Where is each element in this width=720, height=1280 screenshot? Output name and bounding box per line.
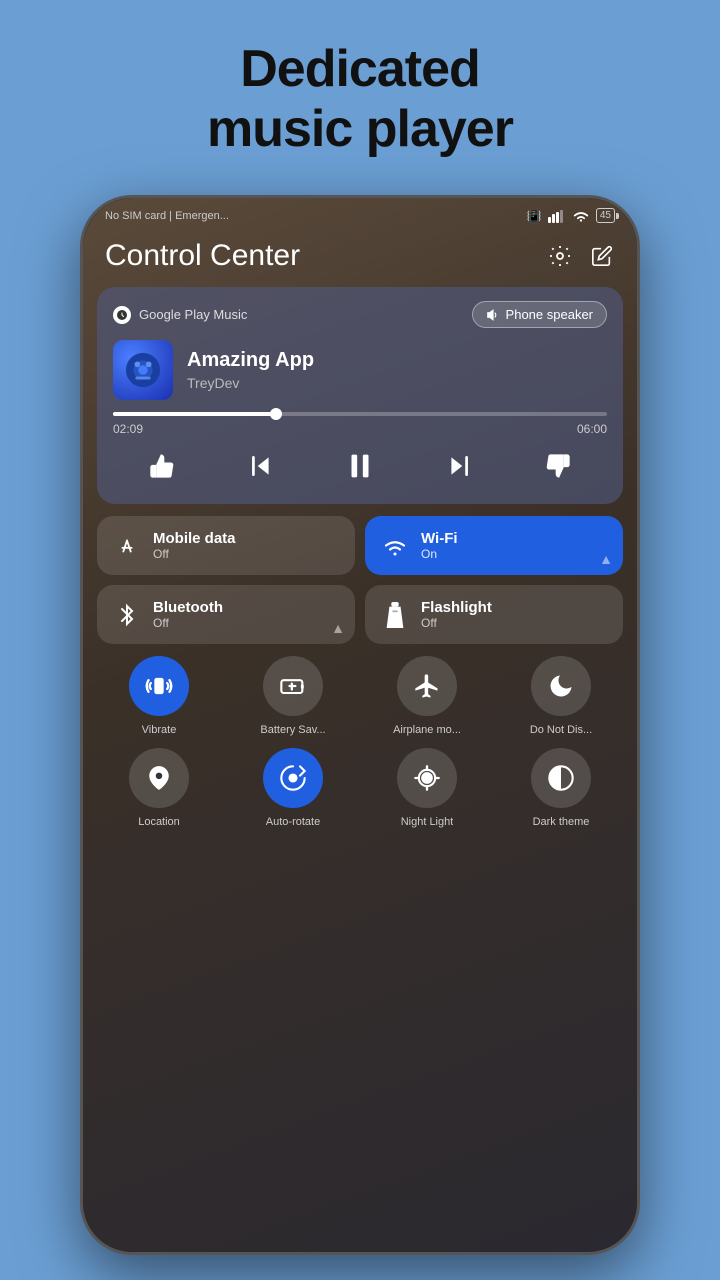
airplane-label: Airplane mo... xyxy=(393,724,461,736)
toggle-tiles-grid: Mobile data Off Wi-Fi On ▲ xyxy=(97,516,623,644)
bluetooth-tile[interactable]: Bluetooth Off ▲ xyxy=(97,585,355,644)
dnd-circle xyxy=(531,656,591,716)
thumbs-down-button[interactable] xyxy=(536,444,580,488)
battery-saver-toggle[interactable]: Battery Sav... xyxy=(231,656,355,736)
time-row: 02:09 06:00 xyxy=(113,422,607,436)
mobile-data-icon xyxy=(113,535,141,557)
total-time: 06:00 xyxy=(577,422,607,436)
song-info: Amazing App TreyDev xyxy=(187,349,607,391)
music-app-icon xyxy=(113,306,131,324)
header-line1: Dedicated xyxy=(0,40,720,100)
settings-icon[interactable] xyxy=(547,243,573,269)
current-time: 02:09 xyxy=(113,422,143,436)
status-right-icons: 📳 45 xyxy=(527,208,615,223)
vibrate-icon: 📳 xyxy=(527,209,542,223)
phone-shell: No SIM card | Emergen... 📳 xyxy=(80,195,640,1255)
music-source-label: Google Play Music xyxy=(139,307,247,322)
speaker-label: Phone speaker xyxy=(506,307,593,322)
previous-button[interactable] xyxy=(239,444,283,488)
flashlight-icon xyxy=(381,602,409,628)
flashlight-name: Flashlight xyxy=(421,599,492,616)
mobile-data-status: Off xyxy=(153,547,236,561)
location-label: Location xyxy=(138,816,180,828)
battery-saver-circle xyxy=(263,656,323,716)
quick-toggles-row2: Location Auto-rotate xyxy=(97,748,623,828)
wifi-tile-status: On xyxy=(421,547,458,561)
battery-saver-label: Battery Sav... xyxy=(260,724,325,736)
status-carrier: No SIM card | Emergen... xyxy=(105,210,229,222)
cc-header-icons[interactable] xyxy=(547,243,615,269)
location-circle xyxy=(129,748,189,808)
wifi-expand-arrow: ▲ xyxy=(599,551,613,567)
phone-screen: No SIM card | Emergen... 📳 xyxy=(83,198,637,1252)
song-artist: TreyDev xyxy=(187,375,607,391)
signal-icon xyxy=(548,209,566,223)
playback-controls[interactable] xyxy=(113,444,607,488)
flashlight-status: Off xyxy=(421,616,492,630)
dark-theme-circle xyxy=(531,748,591,808)
progress-thumb xyxy=(270,408,282,420)
progress-bar[interactable] xyxy=(113,412,607,416)
dark-theme-label: Dark theme xyxy=(533,816,590,828)
mobile-data-name: Mobile data xyxy=(153,530,236,547)
thumbs-up-button[interactable] xyxy=(140,444,184,488)
dnd-toggle[interactable]: Do Not Dis... xyxy=(499,656,623,736)
vibrate-toggle[interactable]: Vibrate xyxy=(97,656,221,736)
bluetooth-status: Off xyxy=(153,616,223,630)
vibrate-label: Vibrate xyxy=(142,724,177,736)
music-player-card: Google Play Music Phone speaker xyxy=(97,287,623,504)
dnd-label: Do Not Dis... xyxy=(530,724,592,736)
airplane-circle xyxy=(397,656,457,716)
music-info: Amazing App TreyDev xyxy=(113,340,607,400)
edit-icon[interactable] xyxy=(589,243,615,269)
album-art xyxy=(113,340,173,400)
auto-rotate-toggle[interactable]: Auto-rotate xyxy=(231,748,355,828)
vibrate-circle xyxy=(129,656,189,716)
battery-icon: 45 xyxy=(596,208,615,223)
control-center-title: Control Center xyxy=(105,239,300,273)
airplane-toggle[interactable]: Airplane mo... xyxy=(365,656,489,736)
progress-fill xyxy=(113,412,276,416)
status-bar: No SIM card | Emergen... 📳 xyxy=(83,198,637,229)
night-light-toggle[interactable]: Night Light xyxy=(365,748,489,828)
progress-container[interactable]: 02:09 06:00 xyxy=(113,412,607,436)
music-card-header: Google Play Music Phone speaker xyxy=(113,301,607,328)
speaker-button[interactable]: Phone speaker xyxy=(472,301,607,328)
bluetooth-icon xyxy=(113,603,141,627)
wifi-tile-icon xyxy=(381,536,409,556)
wifi-tile[interactable]: Wi-Fi On ▲ xyxy=(365,516,623,575)
control-center-header: Control Center xyxy=(83,229,637,287)
header-line2: music player xyxy=(0,100,720,160)
flashlight-tile[interactable]: Flashlight Off xyxy=(365,585,623,644)
night-light-label: Night Light xyxy=(401,816,454,828)
dark-theme-toggle[interactable]: Dark theme xyxy=(499,748,623,828)
location-toggle[interactable]: Location xyxy=(97,748,221,828)
mobile-data-tile[interactable]: Mobile data Off xyxy=(97,516,355,575)
next-button[interactable] xyxy=(437,444,481,488)
wifi-tile-name: Wi-Fi xyxy=(421,530,458,547)
bluetooth-expand-arrow: ▲ xyxy=(331,620,345,636)
music-source: Google Play Music xyxy=(113,306,247,324)
auto-rotate-label: Auto-rotate xyxy=(266,816,320,828)
page-header: Dedicated music player xyxy=(0,0,720,160)
auto-rotate-circle xyxy=(263,748,323,808)
quick-toggles-row1: Vibrate Battery Sav... xyxy=(97,656,623,736)
pause-button[interactable] xyxy=(338,444,382,488)
night-light-circle xyxy=(397,748,457,808)
bluetooth-name: Bluetooth xyxy=(153,599,223,616)
song-title: Amazing App xyxy=(187,349,607,372)
wifi-status-icon xyxy=(572,209,590,223)
